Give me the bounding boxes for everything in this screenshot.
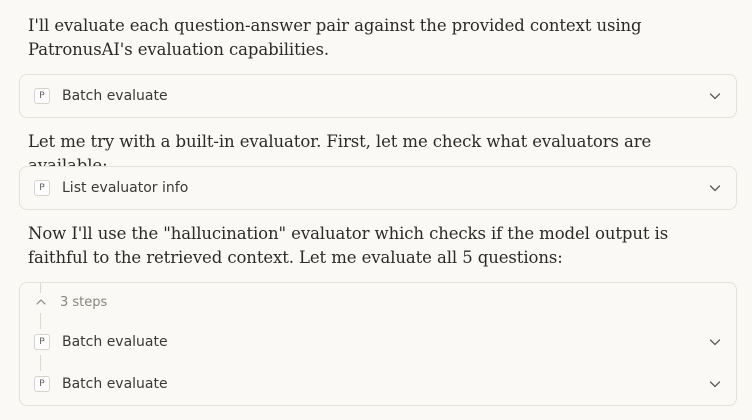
patronus-p-icon: P <box>34 180 50 196</box>
chevron-down-icon[interactable] <box>708 181 722 195</box>
step-connector <box>40 313 41 329</box>
assistant-message-intro: I'll evaluate each question-answer pair … <box>28 16 642 59</box>
chevron-up-icon[interactable] <box>34 295 48 309</box>
tool-call-row[interactable]: P Batch evaluate <box>20 75 736 117</box>
step-item-batch-evaluate[interactable]: P Batch evaluate <box>20 363 736 405</box>
steps-toggle[interactable]: 3 steps <box>20 283 736 321</box>
assistant-message-hallucination: Now I'll use the "hallucination" evaluat… <box>28 224 669 267</box>
step-item-label: Batch evaluate <box>62 376 168 392</box>
step-item-label: Batch evaluate <box>62 334 168 350</box>
tool-call-batch-evaluate[interactable]: P Batch evaluate <box>19 74 737 118</box>
step-connector <box>40 355 41 371</box>
steps-count-label: 3 steps <box>60 294 108 310</box>
patronus-p-icon: P <box>34 334 50 350</box>
step-item-batch-evaluate[interactable]: P Batch evaluate <box>20 321 736 363</box>
step-connector <box>40 283 41 293</box>
tool-call-label: List evaluator info <box>62 180 189 196</box>
chevron-down-icon[interactable] <box>708 89 722 103</box>
patronus-p-icon: P <box>34 376 50 392</box>
patronus-p-icon: P <box>34 88 50 104</box>
steps-group: 3 steps P Batch evaluate P Batch evaluat… <box>19 282 737 406</box>
tool-call-label: Batch evaluate <box>62 88 168 104</box>
tool-call-row[interactable]: P List evaluator info <box>20 167 736 209</box>
tool-call-list-evaluator-info[interactable]: P List evaluator info <box>19 166 737 210</box>
chevron-down-icon[interactable] <box>708 377 722 391</box>
chevron-down-icon[interactable] <box>708 335 722 349</box>
